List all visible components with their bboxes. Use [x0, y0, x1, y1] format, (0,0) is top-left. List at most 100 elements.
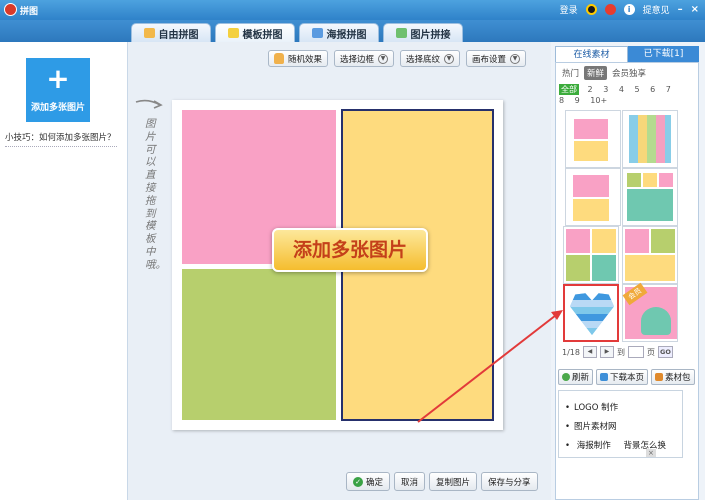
cancel-button[interactable]: 取消	[394, 472, 426, 491]
count-option[interactable]: 7	[666, 84, 671, 95]
tip-link[interactable]: 小技巧：如何添加多张图片？	[5, 131, 125, 143]
template-thumbnail[interactable]	[622, 110, 678, 168]
link-logo-make[interactable]: LOGO 制作	[565, 401, 618, 413]
category-new[interactable]: 新鲜	[584, 66, 608, 80]
download-page-button[interactable]: 下载本页	[596, 369, 649, 385]
select-texture-button[interactable]: 选择底纹 ▼	[400, 50, 461, 67]
thumb-block	[625, 255, 675, 281]
random-effect-button[interactable]: 随机效果	[268, 50, 329, 67]
page-indicator: 1/18	[562, 347, 580, 357]
thumb-block	[625, 229, 649, 253]
material-actions: 刷新 下载本页 素材包	[558, 369, 695, 385]
login-link[interactable]: 登录	[560, 3, 578, 16]
tab-label: 模板拼图	[242, 29, 283, 41]
random-effect-label: 随机效果	[288, 54, 323, 65]
thumb-block	[627, 173, 641, 187]
refresh-button[interactable]: 刷新	[558, 369, 594, 385]
qq-icon[interactable]	[585, 4, 597, 15]
image-stitch-icon	[395, 28, 407, 38]
material-pack-label: 素材包	[665, 373, 691, 383]
category-hot[interactable]: 热门	[559, 66, 582, 80]
thumb-block	[592, 255, 616, 281]
thumb-block	[574, 141, 608, 161]
select-border-button[interactable]: 选择边框 ▼	[334, 50, 395, 67]
tab-free-collage[interactable]: 自由拼图	[131, 23, 211, 42]
tab-downloaded[interactable]: 已下载[1]	[628, 46, 699, 62]
select-texture-label: 选择底纹	[406, 54, 441, 65]
link-label[interactable]: 背景怎么换	[623, 441, 666, 451]
tab-online-material[interactable]: 在线素材	[555, 46, 628, 62]
template-thumbnail[interactable]	[563, 226, 619, 284]
cancel-label: 取消	[401, 477, 419, 488]
add-images-button[interactable]: + 添加多张图片	[26, 58, 90, 122]
confirm-label: 确定	[366, 477, 384, 488]
count-option[interactable]: 9	[575, 95, 580, 106]
category-vip[interactable]: 会员独享	[609, 66, 649, 80]
save-share-label: 保存与分享	[488, 477, 531, 488]
template-thumbnail-selected[interactable]	[563, 284, 619, 342]
material-pack-button[interactable]: 素材包	[651, 369, 695, 385]
minimize-icon[interactable]: –	[678, 4, 683, 15]
template-thumbnail[interactable]	[622, 226, 678, 284]
count-filter: 全部 2 3 4 5 6 7 8 9 10+	[559, 84, 689, 106]
page-input[interactable]	[627, 346, 644, 358]
tab-label: 自由拼图	[158, 29, 199, 41]
count-option[interactable]: 4	[619, 84, 624, 95]
heart-pattern	[570, 293, 614, 335]
next-page-icon[interactable]: ▶	[599, 346, 614, 358]
curved-arrow-icon	[135, 99, 163, 109]
close-icon[interactable]: ×	[646, 449, 656, 457]
template-thumbnail[interactable]	[622, 168, 678, 226]
copy-image-button[interactable]: 复制图片	[429, 472, 478, 491]
go-button[interactable]: GO	[657, 346, 673, 358]
drag-hint-text: 图片可以直接拖到模板中哦。	[145, 118, 166, 271]
feedback-link[interactable]: 提意见	[643, 3, 670, 16]
title-bar-actions: 登录 i 提意见 – ×	[560, 3, 699, 16]
prev-page-icon[interactable]: ◀	[582, 346, 597, 358]
tab-strip: 自由拼图 模板拼图 海报拼图 图片拼接	[0, 20, 705, 42]
title-bar: 拼图 登录 i 提意见 – ×	[0, 0, 705, 20]
chevron-down-icon: ▼	[510, 53, 521, 64]
count-option[interactable]: 2	[588, 84, 593, 95]
thumb-block	[573, 175, 609, 197]
window-title: 拼图	[20, 7, 39, 17]
weibo-icon[interactable]	[604, 4, 616, 15]
count-option[interactable]: 5	[634, 84, 639, 95]
canvas-toolbar: 随机效果 选择边框 ▼ 选择底纹 ▼ 画布设置 ▼	[268, 50, 527, 67]
count-option[interactable]: 8	[559, 95, 564, 106]
thumb-block	[659, 173, 673, 187]
copy-image-label: 复制图片	[436, 477, 471, 488]
select-border-label: 选择边框	[340, 54, 375, 65]
thumb-block	[592, 229, 616, 253]
tab-label: 图片拼接	[410, 29, 451, 41]
tab-image-stitch[interactable]: 图片拼接	[383, 23, 463, 42]
chevron-down-icon: ▼	[378, 53, 389, 64]
package-icon	[655, 373, 664, 381]
count-option[interactable]: 6	[650, 84, 655, 95]
goto-label: 到	[616, 347, 625, 357]
poster-collage-icon	[311, 28, 323, 38]
download-icon	[600, 373, 609, 381]
template-slot-bottom-left[interactable]	[182, 269, 336, 420]
link-image-site[interactable]: 图片素材网	[565, 420, 617, 432]
tab-poster-collage[interactable]: 海报拼图	[299, 23, 379, 42]
thumb-block	[566, 255, 590, 281]
count-all[interactable]: 全部	[559, 84, 579, 95]
refresh-icon	[562, 373, 570, 381]
confirm-button[interactable]: ✓ 确定	[346, 472, 391, 491]
count-option[interactable]: 3	[603, 84, 608, 95]
canvas-settings-button[interactable]: 画布设置 ▼	[466, 50, 527, 67]
close-icon[interactable]: ×	[691, 4, 699, 15]
save-share-button[interactable]: 保存与分享	[481, 472, 538, 491]
download-page-label: 下载本页	[610, 373, 645, 383]
thumb-block	[643, 173, 657, 187]
template-thumbnail[interactable]	[565, 168, 621, 226]
thumb-block	[641, 307, 671, 335]
link-label: 海报制作	[576, 441, 611, 451]
page-label: 页	[646, 347, 655, 357]
add-images-callout-button[interactable]: 添加多张图片	[272, 228, 428, 272]
template-thumbnail[interactable]	[565, 110, 621, 168]
count-option[interactable]: 10+	[590, 95, 607, 106]
thumb-block	[574, 119, 608, 139]
tab-template-collage[interactable]: 模板拼图	[215, 23, 295, 42]
